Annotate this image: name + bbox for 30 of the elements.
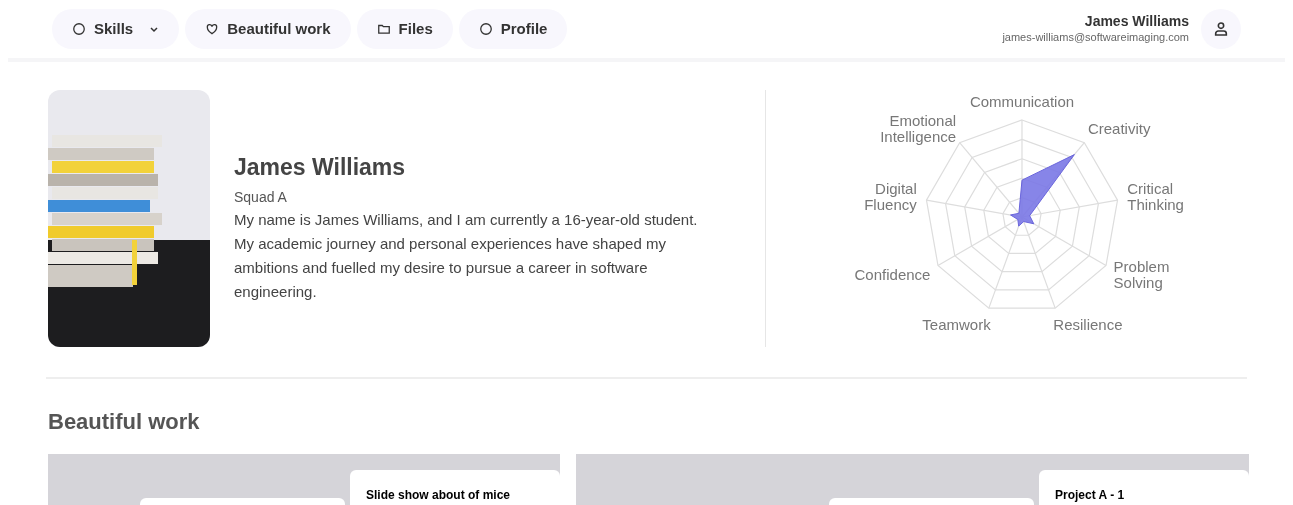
axis-label: Teamwork: [922, 316, 991, 334]
user-email: james-williams@softwareimaging.com: [1002, 30, 1189, 45]
circle-icon: [72, 22, 86, 36]
profile-bio: My name is James Williams, and I am currently a 16-year-old student. My academic journey and personal experiences have shaped my ambitions and fuelled my desire to pursue a career in software engineering.: [234, 209, 699, 302]
axis-label: Creativity: [1087, 119, 1151, 137]
heart-icon: [205, 22, 220, 36]
axis-label: Communication: [969, 93, 1075, 110]
profile-name: James Williams: [234, 153, 407, 182]
chevron-down-icon: [149, 24, 160, 34]
circle-icon: [478, 22, 493, 36]
section-title: Beautiful work: [48, 408, 201, 436]
axis-label: Confidence: [854, 265, 931, 283]
axis-label: Problem Solving: [1113, 257, 1170, 291]
nav-tab[interactable]: Files: [356, 9, 453, 49]
axis-label: Emotional Intelligence: [880, 111, 957, 145]
nav-tab[interactable]: Beautiful work: [185, 9, 351, 49]
work-title-card: Project A - 1: [1039, 470, 1249, 505]
profile-group: Squad A: [234, 186, 714, 208]
work-card[interactable]: Slide show about of mice: [48, 454, 560, 505]
work-title-card: Slide show about of mice: [350, 470, 560, 505]
axis-label: Resilience: [1053, 316, 1123, 334]
work-card[interactable]: Project A - 1: [576, 454, 1249, 505]
nav-tab[interactable]: Skills: [52, 9, 180, 49]
folder-icon: [376, 22, 391, 36]
user-name: James Williams: [1084, 13, 1189, 31]
axis-label: Critical Thinking: [1127, 180, 1184, 214]
user-button[interactable]: [1201, 9, 1241, 49]
axis-label: Digital Fluency: [864, 180, 917, 214]
user-icon: [1213, 21, 1229, 37]
nav-tab[interactable]: Profile: [458, 9, 568, 49]
